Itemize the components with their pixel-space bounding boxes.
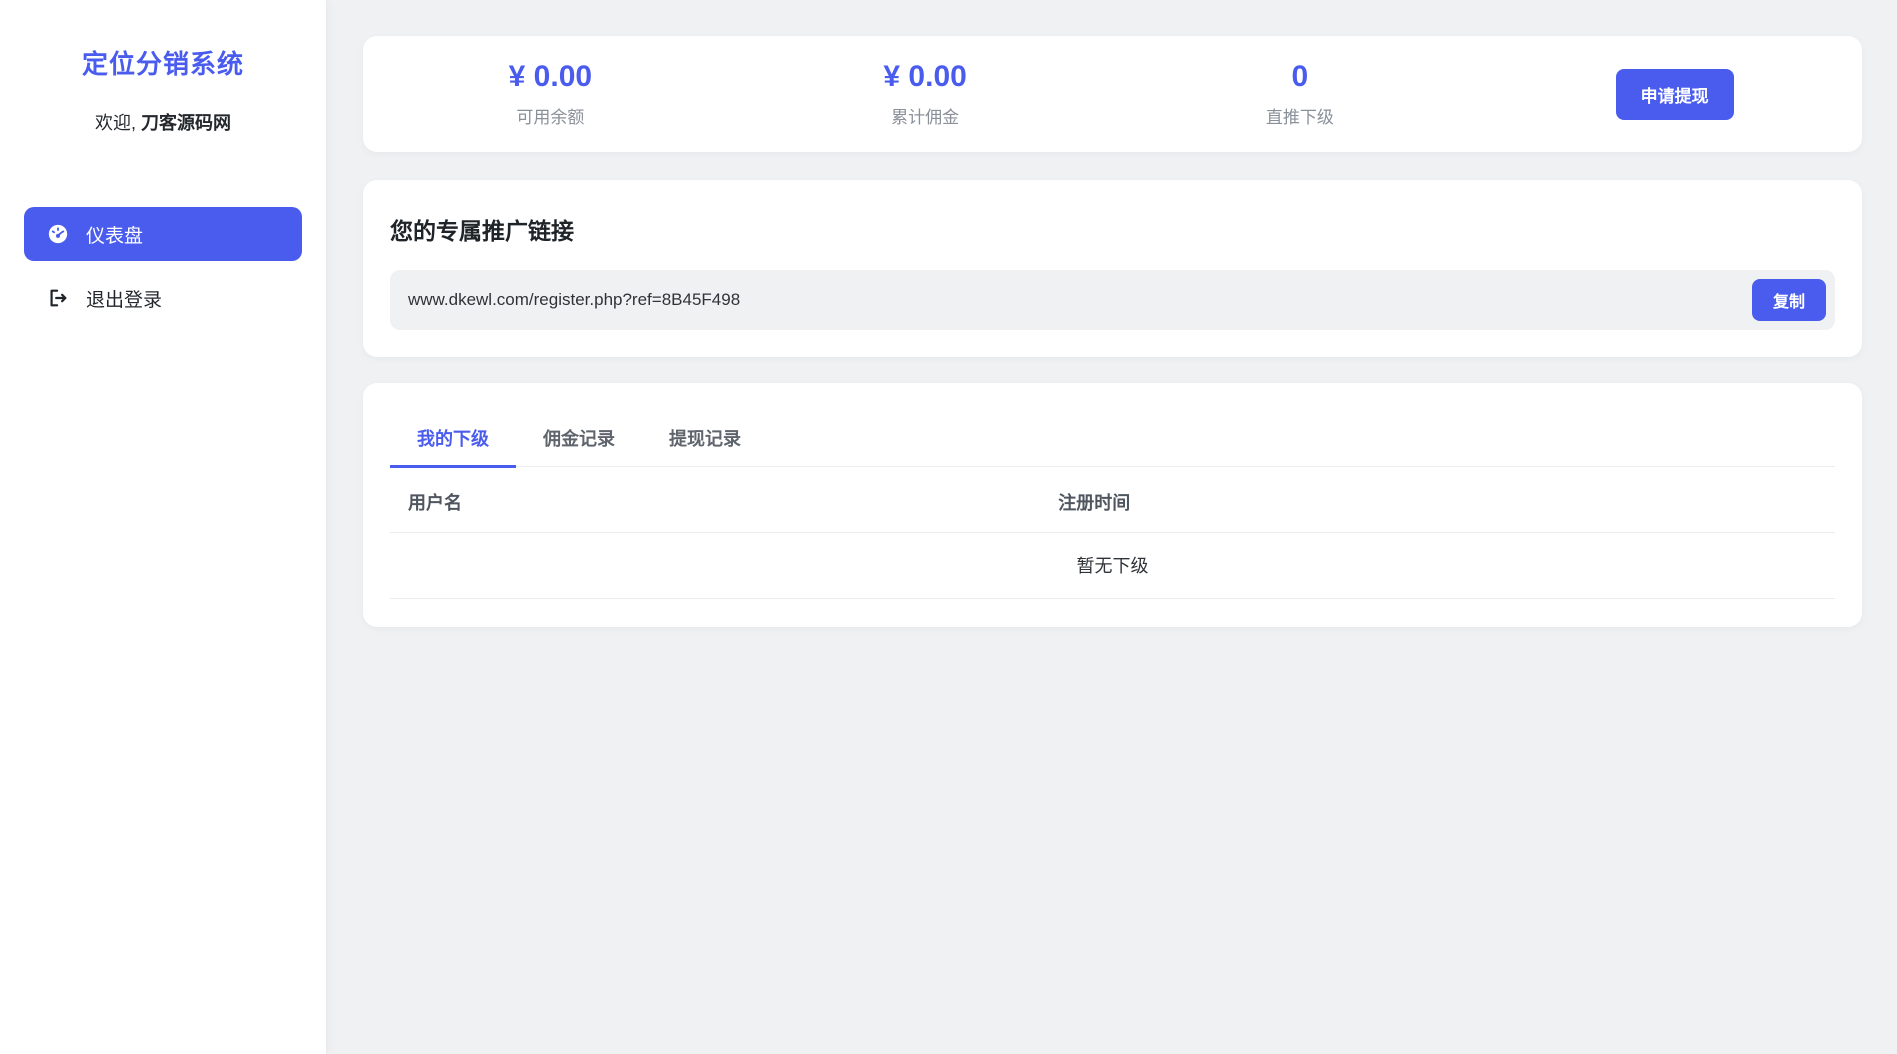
subordinates-table: 用户名 注册时间 暂无下级 <box>390 467 1835 599</box>
promo-heading: 您的专属推广链接 <box>390 212 1835 246</box>
stat-label: 累计佣金 <box>891 103 959 128</box>
records-tabs: 我的下级 佣金记录 提现记录 <box>390 383 1835 467</box>
apply-withdraw-button[interactable]: 申请提现 <box>1616 69 1734 120</box>
tab-commission-records[interactable]: 佣金记录 <box>516 413 642 468</box>
sidebar-item-logout[interactable]: 退出登录 <box>24 271 302 325</box>
sidebar-item-dashboard[interactable]: 仪表盘 <box>24 207 302 261</box>
sidebar-item-label: 仪表盘 <box>86 221 143 248</box>
logout-icon <box>46 286 70 310</box>
stat-label: 可用余额 <box>516 103 584 128</box>
empty-state-text: 暂无下级 <box>390 533 1835 599</box>
tab-withdraw-records[interactable]: 提现记录 <box>642 413 768 468</box>
copy-button[interactable]: 复制 <box>1752 279 1826 321</box>
table-empty-row: 暂无下级 <box>390 533 1835 599</box>
table-header-row: 用户名 注册时间 <box>390 467 1835 533</box>
stat-value: ¥ 0.00 <box>883 60 966 94</box>
sidebar-menu: 仪表盘 退出登录 <box>0 207 326 325</box>
records-card: 我的下级 佣金记录 提现记录 用户名 注册时间 暂无下级 <box>363 383 1862 627</box>
stat-value: ¥ 0.00 <box>509 60 592 94</box>
column-header-register-time: 注册时间 <box>1040 467 1835 533</box>
tab-my-subordinates[interactable]: 我的下级 <box>390 413 516 468</box>
app-title: 定位分销系统 <box>0 44 326 81</box>
stat-label: 直推下级 <box>1266 103 1334 128</box>
stat-total-commission: ¥ 0.00 累计佣金 <box>738 60 1113 128</box>
promo-link-box: www.dkewl.com/register.php?ref=8B45F498 … <box>390 270 1835 330</box>
promo-link-text[interactable]: www.dkewl.com/register.php?ref=8B45F498 <box>390 290 1752 310</box>
dashboard-icon <box>46 222 70 246</box>
column-header-username: 用户名 <box>390 467 1040 533</box>
stat-value: 0 <box>1292 60 1309 94</box>
welcome-text: 欢迎, 刀客源码网 <box>0 109 326 135</box>
withdraw-button-cell: 申请提现 <box>1487 69 1862 120</box>
stat-direct-subordinates: 0 直推下级 <box>1113 60 1488 128</box>
stat-available-balance: ¥ 0.00 可用余额 <box>363 60 738 128</box>
main-content: ¥ 0.00 可用余额 ¥ 0.00 累计佣金 0 直推下级 申请提现 您的专属… <box>328 0 1897 627</box>
welcome-username: 刀客源码网 <box>141 113 231 133</box>
stats-card: ¥ 0.00 可用余额 ¥ 0.00 累计佣金 0 直推下级 申请提现 <box>363 36 1862 152</box>
promo-link-card: 您的专属推广链接 www.dkewl.com/register.php?ref=… <box>363 180 1862 357</box>
sidebar: 定位分销系统 欢迎, 刀客源码网 仪表盘 <box>0 0 327 1054</box>
welcome-prefix: 欢迎, <box>95 113 141 133</box>
sidebar-item-label: 退出登录 <box>86 285 162 312</box>
